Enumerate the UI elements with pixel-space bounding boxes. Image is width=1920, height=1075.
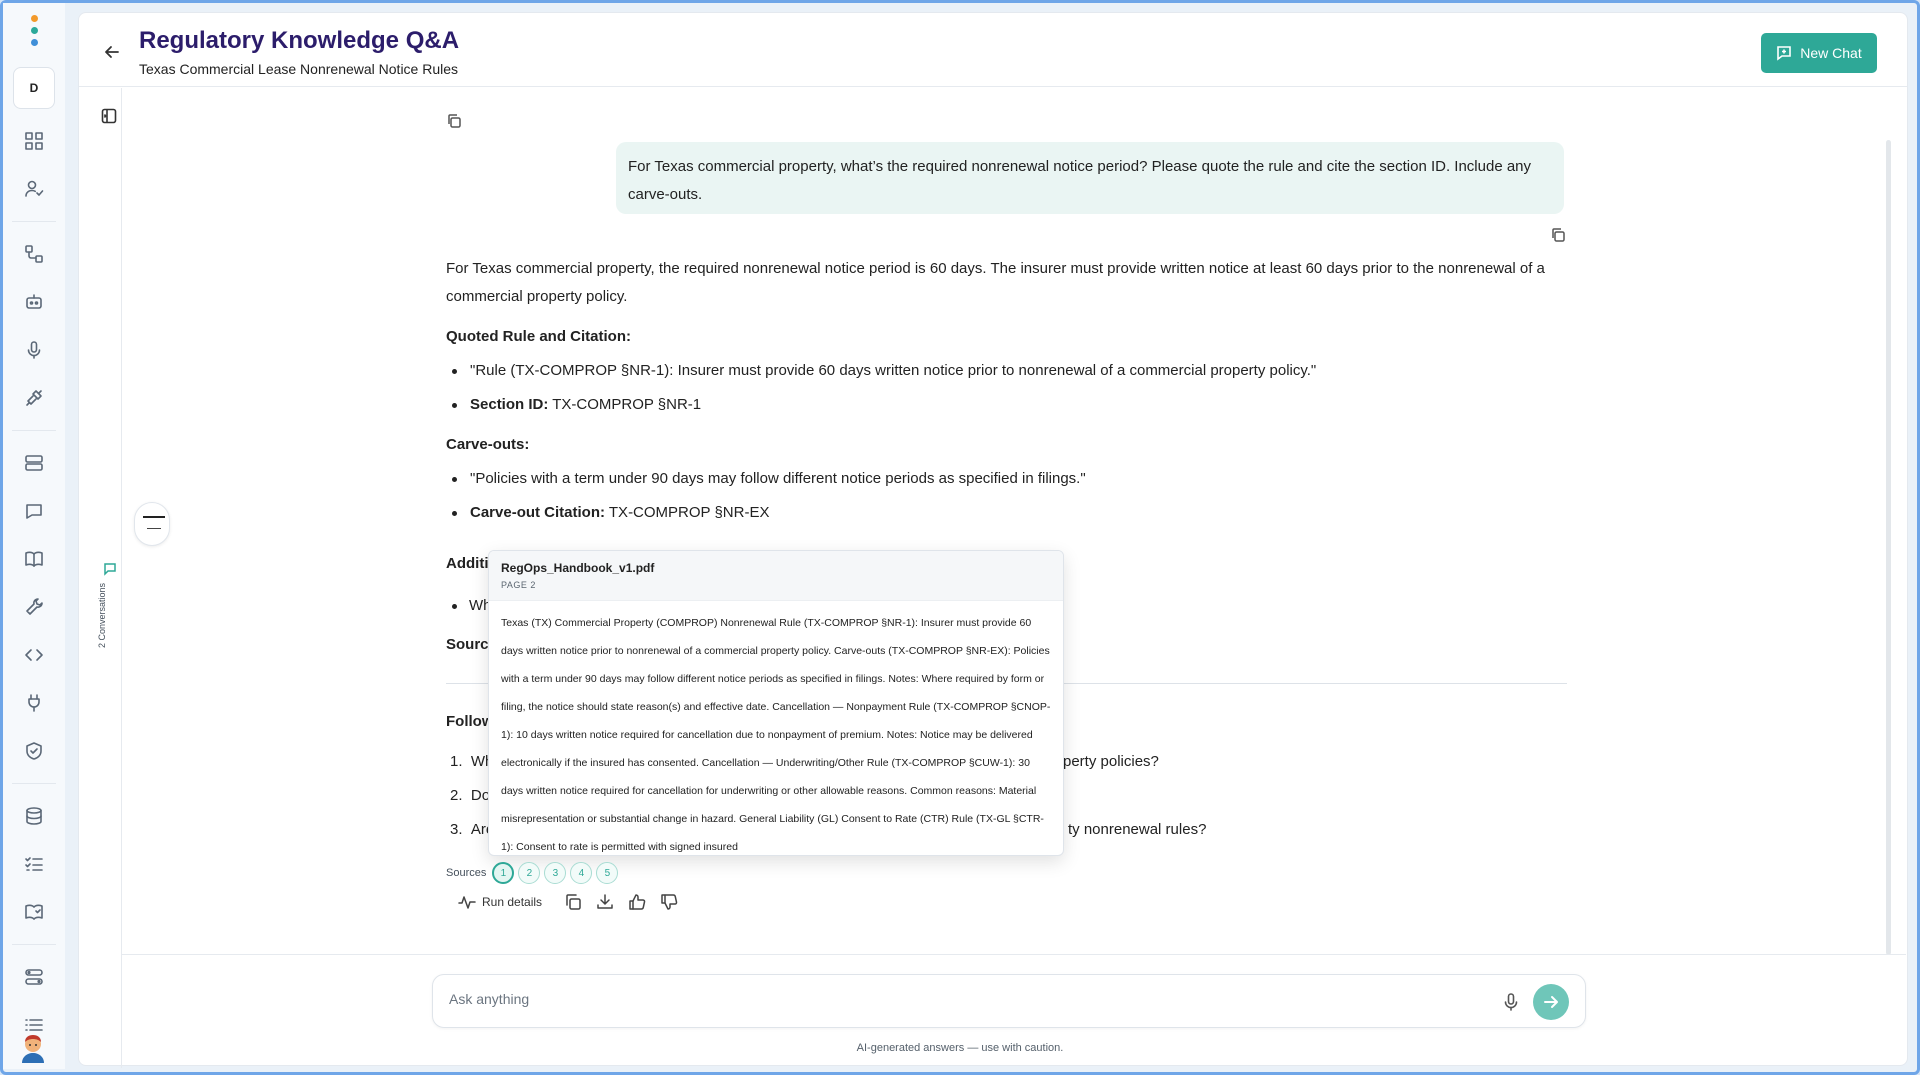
new-chat-button[interactable]: New Chat: [1761, 33, 1877, 73]
message-actions: Run details: [458, 893, 678, 911]
knowledge-icon[interactable]: [20, 898, 48, 926]
assistant-answer: For Texas commercial property, the requi…: [446, 255, 1570, 533]
source-chip-5[interactable]: 5: [596, 862, 619, 884]
source-chip-1[interactable]: 1: [492, 862, 515, 884]
message-composer: [432, 974, 1586, 1028]
list-item: "Policies with a term under 90 days may …: [446, 465, 1570, 493]
plug-icon[interactable]: [20, 689, 48, 717]
copy-icon[interactable]: [446, 113, 462, 129]
panel-collapse-handle[interactable]: [134, 502, 170, 546]
source-chip-3[interactable]: 3: [544, 862, 567, 884]
followup-item-end[interactable]: perty policies?: [1063, 753, 1159, 770]
arrow-right-icon: [1544, 996, 1558, 1008]
popover-header: RegOps_Handbook_v1.pdf PAGE 2: [489, 551, 1063, 601]
routes-icon[interactable]: [20, 963, 48, 991]
book-icon[interactable]: [20, 545, 48, 573]
followup-heading-partial: Follow: [446, 713, 494, 730]
source-chip-2[interactable]: 2: [518, 862, 541, 884]
bot-icon[interactable]: [20, 288, 48, 316]
followup-item-end[interactable]: ty nonrenewal rules?: [1068, 821, 1206, 838]
left-rail: D: [3, 3, 65, 1069]
back-button[interactable]: [103, 43, 121, 61]
thumbs-down-icon[interactable]: [660, 893, 678, 911]
voice-input-button[interactable]: [1501, 992, 1521, 1012]
send-button[interactable]: [1533, 984, 1569, 1020]
followup-item[interactable]: 2. Do: [450, 787, 490, 804]
additional-heading-partial: Additi: [446, 555, 489, 572]
sources-label: Sources: [446, 867, 487, 879]
microphone-icon: [1504, 993, 1518, 1011]
storage-icon[interactable]: [20, 449, 48, 477]
source-excerpt: Texas (TX) Commercial Property (COMPROP)…: [501, 617, 1051, 853]
page-title: Regulatory Knowledge Q&A: [139, 27, 460, 54]
source-filename: RegOps_Handbook_v1.pdf: [501, 561, 655, 575]
page-header: Regulatory Knowledge Q&A Texas Commercia…: [79, 13, 1907, 87]
shield-icon[interactable]: [20, 737, 48, 765]
thumbs-up-icon[interactable]: [628, 893, 646, 911]
run-details-button[interactable]: Run details: [458, 893, 542, 911]
checklist-icon[interactable]: [20, 850, 48, 878]
conversations-icon[interactable]: [103, 562, 117, 576]
followup-item[interactable]: 1. Wh: [450, 753, 493, 770]
microphone-icon[interactable]: [20, 336, 48, 364]
chat-icon[interactable]: [20, 497, 48, 525]
copy-message-icon[interactable]: [1550, 227, 1566, 243]
sources-row: Sources 1 2 3 4 5: [446, 862, 619, 884]
source-preview-popover: RegOps_Handbook_v1.pdf PAGE 2 Texas (TX)…: [488, 550, 1064, 856]
code-icon[interactable]: [20, 641, 48, 669]
chat-scrollbar[interactable]: [1886, 140, 1891, 955]
arrow-left-icon: [105, 46, 119, 58]
app-logo[interactable]: [28, 15, 40, 49]
database-icon[interactable]: [20, 802, 48, 830]
additional-item-partial: Wh: [452, 597, 492, 614]
quoted-rule-list: "Rule (TX-COMPROP §NR-1): Insurer must p…: [446, 357, 1570, 419]
quoted-rule-heading: Quoted Rule and Citation:: [446, 328, 631, 345]
workflow-icon[interactable]: [20, 240, 48, 268]
dashboard-icon[interactable]: [20, 127, 48, 155]
answer-intro: For Texas commercial property, the requi…: [446, 260, 1545, 305]
conversations-sidebar: 2 Conversations: [79, 88, 122, 1068]
integration-icon[interactable]: [20, 384, 48, 412]
source-chip-4[interactable]: 4: [570, 862, 593, 884]
download-icon[interactable]: [596, 893, 614, 911]
page-subtitle: Texas Commercial Lease Nonrenewal Notice…: [139, 61, 459, 77]
sidebar-panel-icon: [101, 108, 117, 124]
run-details-label: Run details: [482, 895, 543, 909]
carve-outs-heading: Carve-outs:: [446, 436, 530, 453]
activity-icon: [458, 893, 476, 911]
list-item: Section ID: TX-COMPROP §NR-1: [446, 391, 1570, 419]
new-chat-icon: [1777, 46, 1792, 61]
new-chat-label: New Chat: [1800, 45, 1862, 61]
list-item: "Rule (TX-COMPROP §NR-1): Insurer must p…: [446, 357, 1570, 385]
ai-disclaimer: AI-generated answers — use with caution.: [856, 1042, 1064, 1054]
copy-answer-icon[interactable]: [564, 893, 582, 911]
user-check-icon[interactable]: [20, 175, 48, 203]
workspace-badge[interactable]: D: [13, 67, 55, 109]
sidebar-toggle-button[interactable]: [101, 108, 117, 124]
conversations-count[interactable]: 2 Conversations: [97, 583, 107, 648]
ask-input[interactable]: [449, 991, 1449, 1007]
carve-outs-list: "Policies with a term under 90 days may …: [446, 465, 1570, 527]
wrench-icon[interactable]: [20, 593, 48, 621]
user-message-bubble: For Texas commercial property, what’s th…: [616, 142, 1564, 214]
source-page: PAGE 2: [501, 580, 536, 590]
list-item: Carve-out Citation: TX-COMPROP §NR-EX: [446, 499, 1570, 527]
